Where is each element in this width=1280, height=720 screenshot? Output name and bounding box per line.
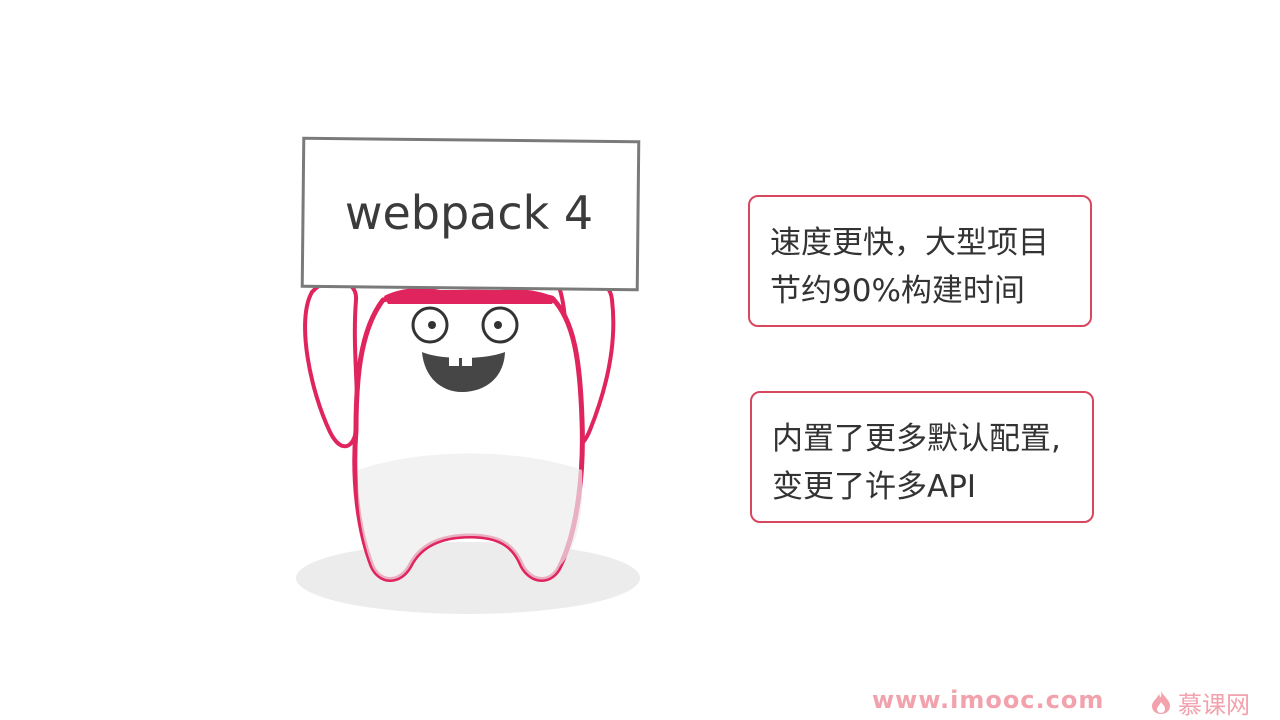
info-box-line: 内置了更多默认配置, xyxy=(772,421,1061,457)
watermark-logo: 慕课网 xyxy=(1150,686,1250,719)
info-box-line: 节约90%构建时间 xyxy=(770,273,1025,309)
slide: webpack 4 速度更快，大型项目 节约90%构建时间 内置了更多默认配置,… xyxy=(0,0,1280,720)
info-box-line: 速度更快，大型项目 xyxy=(770,225,1049,261)
info-box-line: 变更了许多API xyxy=(772,469,977,505)
info-box-config: 内置了更多默认配置, 变更了许多API xyxy=(750,391,1094,523)
ground-shadow xyxy=(296,542,640,614)
flame-logo-icon xyxy=(1152,691,1170,714)
info-box-speed: 速度更快，大型项目 节约90%构建时间 xyxy=(748,195,1092,327)
sign-label: webpack 4 xyxy=(344,186,594,240)
mascot-illustration xyxy=(296,136,641,614)
mascot-head-top xyxy=(384,288,556,304)
watermark-brand: 慕课网 xyxy=(1178,690,1250,719)
mascot-left-arm xyxy=(303,278,360,449)
watermark-url: www.imooc.com xyxy=(872,686,1105,714)
